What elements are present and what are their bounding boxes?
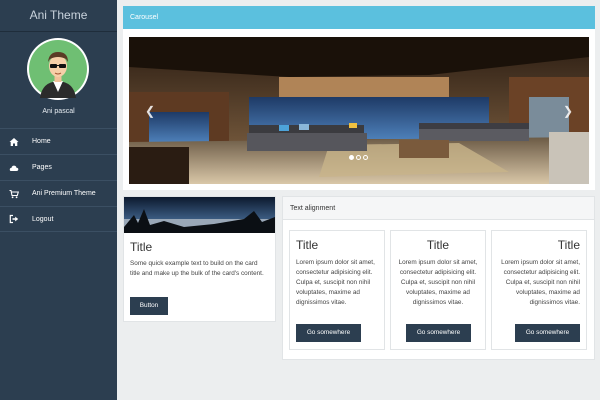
user-name: Ani pascal bbox=[42, 108, 75, 115]
logout-icon bbox=[9, 214, 19, 224]
carousel-next-icon[interactable]: ❯ bbox=[561, 101, 575, 121]
card-image bbox=[124, 197, 275, 233]
sidebar-item-premium-theme[interactable]: Ani Premium Theme bbox=[0, 180, 117, 206]
card-title: Title bbox=[296, 238, 319, 252]
card-text: Lorem ipsum dolor sit amet, consectetur … bbox=[398, 259, 478, 306]
card-title: Title bbox=[130, 240, 153, 254]
carousel[interactable]: ❮ ❯ bbox=[129, 37, 589, 184]
sidebar-item-label: Home bbox=[32, 138, 51, 145]
card-text: Lorem ipsum dolor sit amet, consectetur … bbox=[296, 259, 375, 306]
sidebar-item-label: Ani Premium Theme bbox=[32, 190, 96, 197]
carousel-indicator[interactable] bbox=[349, 155, 354, 160]
brand-title[interactable]: Ani Theme bbox=[0, 0, 117, 32]
go-somewhere-button[interactable]: Go somewhere bbox=[515, 324, 580, 342]
card-text: Lorem ipsum dolor sit amet, consectetur … bbox=[501, 259, 580, 306]
right-aligned-card: Title Lorem ipsum dolor sit amet, consec… bbox=[491, 230, 587, 350]
carousel-indicators bbox=[349, 155, 368, 160]
sidebar-item-label: Logout bbox=[32, 215, 54, 223]
sidebar-item-home[interactable]: Home bbox=[0, 128, 117, 154]
card-text: Some quick example text to build on the … bbox=[130, 260, 264, 277]
home-icon bbox=[9, 137, 19, 147]
carousel-indicator[interactable] bbox=[356, 155, 361, 160]
carousel-indicator[interactable] bbox=[363, 155, 368, 160]
cart-icon bbox=[9, 189, 19, 199]
left-aligned-card: Title Lorem ipsum dolor sit amet, consec… bbox=[289, 230, 385, 350]
title-card: Title Some quick example text to build o… bbox=[123, 196, 276, 322]
card-title: Title bbox=[557, 238, 580, 252]
avatar bbox=[27, 38, 89, 100]
sidebar-item-logout[interactable]: Logout bbox=[0, 206, 117, 232]
sidebar-nav: Home Pages Ani Premium Theme Logout bbox=[0, 128, 117, 232]
carousel-header: Carousel bbox=[123, 6, 595, 29]
sidebar-item-pages[interactable]: Pages bbox=[0, 154, 117, 180]
carousel-prev-icon[interactable]: ❮ bbox=[143, 101, 157, 121]
card-title: Title bbox=[426, 238, 450, 252]
text-alignment-card: Text alignment Title Lorem ipsum dolor s… bbox=[282, 196, 595, 360]
go-somewhere-button[interactable]: Go somewhere bbox=[296, 324, 361, 342]
go-somewhere-button[interactable]: Go somewhere bbox=[406, 324, 471, 342]
carousel-image bbox=[129, 37, 589, 184]
cloud-icon bbox=[9, 163, 19, 173]
carousel-card: Carousel ❮ ❯ bbox=[123, 6, 595, 190]
sidebar-item-label: Pages bbox=[32, 164, 52, 171]
sidebar: Ani Theme Ani pascal Home Pages Ani Prem… bbox=[0, 0, 117, 400]
card-button[interactable]: Button bbox=[130, 297, 168, 315]
center-aligned-card: Title Lorem ipsum dolor sit amet, consec… bbox=[390, 230, 486, 350]
text-alignment-header: Text alignment bbox=[283, 197, 594, 220]
